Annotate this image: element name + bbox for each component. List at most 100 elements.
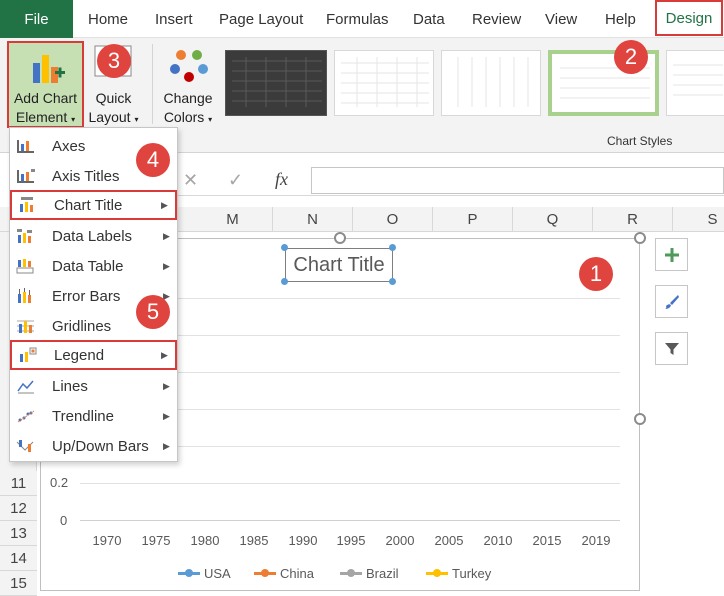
x-tick-label: 2019 — [581, 533, 611, 548]
row-header[interactable]: 13 — [0, 521, 37, 546]
title-handle[interactable] — [389, 244, 396, 251]
column-header[interactable]: R — [593, 207, 673, 232]
row-header[interactable]: 12 — [0, 496, 37, 521]
menu-item-legend[interactable]: Legend ▶ — [10, 340, 177, 370]
column-header[interactable]: S — [673, 207, 724, 232]
y-tick-label: 0.2 — [50, 475, 69, 490]
tab-formulas[interactable]: Formulas — [326, 0, 389, 38]
step-badge-2: 2 — [614, 40, 648, 74]
menu-item-trendline[interactable]: Trendline ▶ — [10, 401, 177, 431]
x-tick-label: 1990 — [288, 533, 318, 548]
tab-file[interactable]: File — [0, 0, 73, 38]
resize-handle[interactable] — [334, 232, 346, 244]
column-header[interactable]: M — [193, 207, 273, 232]
title-handle[interactable] — [389, 278, 396, 285]
formula-input[interactable] — [311, 167, 724, 194]
x-tick-label: 1995 — [336, 533, 366, 548]
add-chart-label-line1: Add Chart — [13, 90, 78, 106]
legend-item-china[interactable]: China — [254, 566, 314, 581]
legend-marker — [178, 569, 200, 577]
tab-help[interactable]: Help — [605, 0, 636, 38]
tab-page-layout[interactable]: Page Layout — [219, 0, 303, 38]
legend-item-turkey[interactable]: Turkey — [426, 566, 491, 581]
row-header[interactable]: 11 — [0, 471, 37, 496]
chart-elements-button[interactable] — [655, 238, 688, 271]
chart-styles-button[interactable] — [655, 285, 688, 318]
quick-layout-label-line2: Layout ▾ — [88, 109, 139, 125]
tab-design[interactable]: Design — [655, 0, 723, 36]
chart-style-thumbnail[interactable] — [225, 50, 327, 116]
tab-insert[interactable]: Insert — [155, 0, 193, 38]
step-badge-5: 5 — [136, 295, 170, 329]
chart-style-preview — [673, 64, 723, 96]
step-badge-4: 4 — [136, 143, 170, 177]
x-axis-line — [80, 520, 620, 521]
submenu-arrow-icon: ▶ — [163, 230, 170, 241]
row-header[interactable]: 15 — [0, 571, 37, 596]
x-tick-label: 2000 — [385, 533, 415, 548]
menu-item-up-down-bars[interactable]: Up/Down Bars ▶ — [10, 431, 177, 461]
column-header[interactable]: O — [353, 207, 433, 232]
submenu-arrow-icon: ▶ — [163, 410, 170, 421]
axes-icon — [17, 140, 34, 153]
chart-title-icon — [20, 197, 33, 212]
chart-style-thumbnail[interactable] — [334, 50, 434, 116]
submenu-arrow-icon: ▶ — [163, 440, 170, 451]
x-tick-label: 2005 — [434, 533, 464, 548]
chart-style-preview — [457, 57, 529, 107]
chart-style-preview — [341, 57, 429, 107]
menu-item-data-table[interactable]: Data Table ▶ — [10, 251, 177, 281]
menu-item-data-labels[interactable]: Data Labels ▶ — [10, 221, 177, 251]
row-header[interactable]: 14 — [0, 546, 37, 571]
tab-view[interactable]: View — [545, 0, 577, 38]
x-tick-label: 1980 — [190, 533, 220, 548]
up-down-bars-icon — [16, 440, 34, 452]
legend-item-brazil[interactable]: Brazil — [340, 566, 399, 581]
step-badge-3: 3 — [97, 44, 131, 78]
gridlines-icon — [17, 320, 34, 333]
data-table-icon — [16, 259, 34, 274]
chart-style-thumbnail[interactable] — [666, 50, 724, 116]
trendline-icon — [17, 410, 35, 423]
submenu-arrow-icon: ▶ — [161, 199, 168, 210]
add-chart-element-button[interactable]: Add Chart Element ▾ — [7, 41, 84, 128]
chart-style-thumbnail[interactable] — [441, 50, 541, 116]
title-handle[interactable] — [281, 278, 288, 285]
chart-title[interactable]: Chart Title — [285, 248, 393, 282]
data-labels-icon — [17, 229, 32, 243]
color-palette-icon — [170, 50, 208, 82]
column-header[interactable]: N — [273, 207, 353, 232]
ribbon-divider — [152, 44, 153, 124]
chart-style-preview — [232, 57, 322, 107]
x-tick-label: 1970 — [92, 533, 122, 548]
add-chart-element-icon — [33, 55, 65, 83]
legend-marker — [426, 569, 448, 577]
submenu-arrow-icon: ▶ — [163, 380, 170, 391]
function-icon[interactable]: fx — [275, 169, 288, 190]
paintbrush-icon — [664, 294, 679, 309]
cancel-icon[interactable]: ✕ — [183, 170, 198, 191]
column-header[interactable]: Q — [513, 207, 593, 232]
enter-icon[interactable]: ✓ — [228, 170, 243, 191]
change-colors-button[interactable]: Change Colors ▾ — [157, 41, 219, 128]
step-badge-1: 1 — [579, 257, 613, 291]
menu-item-lines[interactable]: Lines ▶ — [10, 371, 177, 401]
gridline — [80, 483, 620, 484]
x-tick-label: 1975 — [141, 533, 171, 548]
resize-handle[interactable] — [634, 232, 646, 244]
x-tick-label: 2010 — [483, 533, 513, 548]
filter-icon — [664, 342, 679, 355]
submenu-arrow-icon: ▶ — [161, 349, 168, 360]
menu-item-chart-title[interactable]: Chart Title ▶ — [10, 190, 177, 220]
tab-data[interactable]: Data — [413, 0, 445, 38]
legend-item-usa[interactable]: USA — [178, 566, 231, 581]
change-colors-label-line2: Colors ▾ — [163, 109, 213, 125]
tab-home[interactable]: Home — [88, 0, 128, 38]
tab-review[interactable]: Review — [472, 0, 521, 38]
quick-layout-label-line1: Quick — [95, 90, 132, 106]
legend-marker — [254, 569, 276, 577]
column-header[interactable]: P — [433, 207, 513, 232]
resize-handle[interactable] — [634, 413, 646, 425]
title-handle[interactable] — [281, 244, 288, 251]
chart-filters-button[interactable] — [655, 332, 688, 365]
